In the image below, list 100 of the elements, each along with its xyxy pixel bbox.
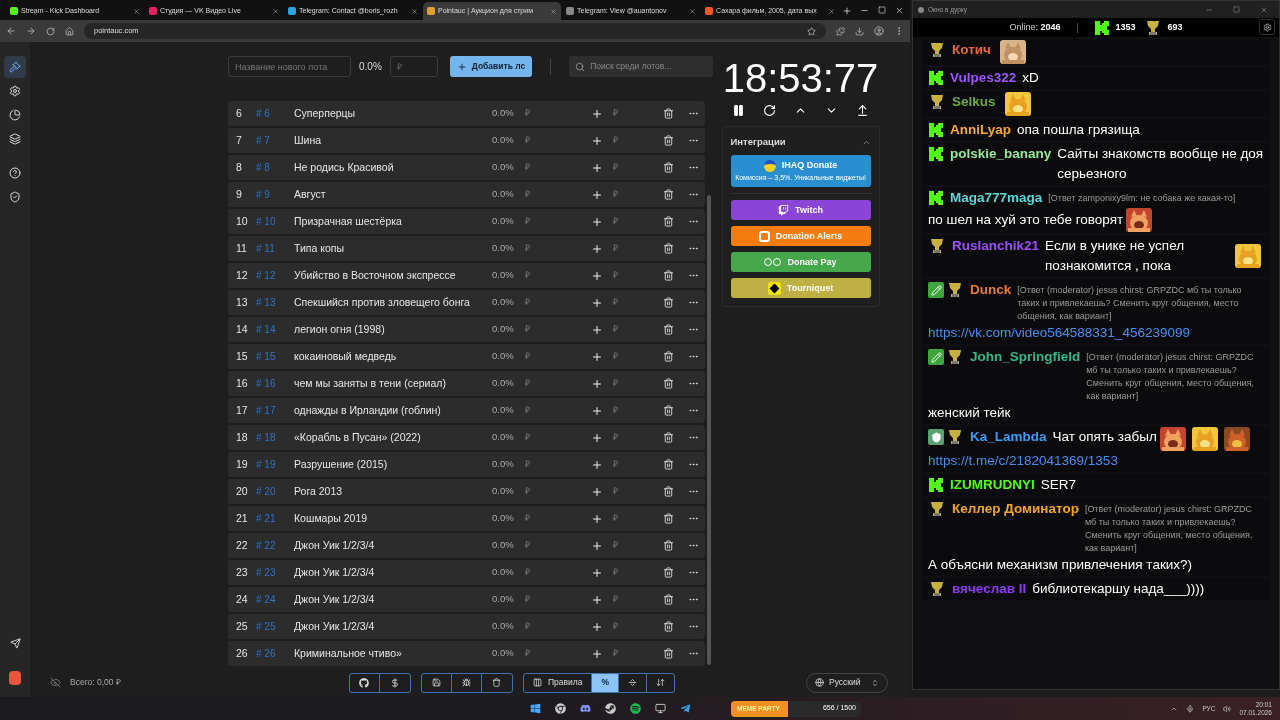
lot-amount[interactable]: ₽ (525, 187, 591, 202)
lot-name-field[interactable]: Название нового лота (228, 56, 351, 77)
lot-amount[interactable]: ₽ (525, 322, 591, 337)
lot-row[interactable]: 13 # 13 Спекшийся против зловещего бонга 0.0% ₽ ₽ (228, 290, 705, 315)
forward-icon[interactable] (26, 26, 36, 36)
reset-icon[interactable] (763, 104, 776, 117)
add-amount-field[interactable]: ₽ (613, 565, 663, 580)
lot-row[interactable]: 26 # 26 Криминальное чтиво» 0.0% ₽ ₽ (228, 641, 705, 666)
lot-row[interactable]: 20 # 20 Рога 2013 0.0% ₽ ₽ (228, 479, 705, 504)
settings-button[interactable] (1259, 19, 1275, 35)
amount-field[interactable]: ₽ (389, 56, 438, 77)
lot-row[interactable]: 25 # 25 Джон Уик 1/2/3/4 0.0% ₽ ₽ (228, 614, 705, 639)
lot-row[interactable]: 19 # 19 Разрушение (2015) 0.0% ₽ ₽ (228, 452, 705, 477)
add-amount-field[interactable]: ₽ (613, 430, 663, 445)
add-icon[interactable] (591, 323, 603, 336)
add-amount-field[interactable]: ₽ (613, 295, 663, 310)
lot-row[interactable]: 9 # 9 Август 0.0% ₽ ₽ (228, 182, 705, 207)
lot-row[interactable]: 22 # 22 Джон Уик 1/2/3/4 0.0% ₽ ₽ (228, 533, 705, 558)
add-icon[interactable] (591, 512, 603, 525)
add-icon[interactable] (591, 458, 603, 471)
close-icon[interactable] (133, 7, 140, 15)
delete-icon[interactable] (663, 216, 674, 227)
delete-icon[interactable] (663, 621, 674, 632)
delete-icon[interactable] (663, 540, 674, 551)
delete-icon[interactable] (663, 567, 674, 578)
lot-amount[interactable]: ₽ (525, 430, 591, 445)
lot-amount[interactable]: ₽ (525, 592, 591, 607)
monitor-icon[interactable] (655, 703, 666, 714)
view-button[interactable]: % (592, 673, 619, 692)
scrollbar[interactable] (707, 195, 711, 665)
add-amount-field[interactable]: ₽ (613, 241, 663, 256)
sidebar-item[interactable] (4, 56, 26, 78)
delete-icon[interactable] (663, 189, 674, 200)
add-icon[interactable] (591, 296, 603, 309)
microphone-icon[interactable] (1186, 704, 1195, 713)
lot-row[interactable]: 10 # 10 Призрачная шестёрка 0.0% ₽ ₽ (228, 209, 705, 234)
close-icon[interactable] (411, 7, 418, 15)
add-amount-field[interactable]: ₽ (613, 349, 663, 364)
extensions-icon[interactable] (836, 26, 845, 36)
lot-amount[interactable]: ₽ (525, 133, 591, 148)
volume-icon[interactable] (1223, 704, 1232, 713)
pause-icon[interactable] (732, 104, 745, 117)
lot-amount[interactable]: ₽ (525, 646, 591, 661)
browser-icon[interactable] (555, 703, 566, 714)
lot-amount[interactable]: ₽ (525, 565, 591, 580)
delete-icon[interactable] (663, 405, 674, 416)
delete-icon[interactable] (663, 351, 674, 362)
add-icon[interactable] (591, 350, 603, 363)
add-amount-field[interactable]: ₽ (613, 133, 663, 148)
search-field[interactable]: Поиск среди лотов... (569, 56, 713, 77)
add-icon[interactable] (591, 620, 603, 633)
lot-amount[interactable]: ₽ (525, 457, 591, 472)
lot-row[interactable]: 15 # 15 кокаиновый медведь 0.0% ₽ ₽ (228, 344, 705, 369)
lot-row[interactable]: 11 # 11 Типа копы 0.0% ₽ ₽ (228, 236, 705, 261)
add-amount-field[interactable]: ₽ (613, 214, 663, 229)
add-icon[interactable] (591, 485, 603, 498)
lot-row[interactable]: 23 # 23 Джон Уик 1/2/3/4 0.0% ₽ ₽ (228, 560, 705, 585)
add-icon[interactable] (591, 269, 603, 282)
integration-button[interactable]: Donate Pay (730, 252, 871, 273)
delete-icon[interactable] (663, 162, 674, 173)
add-icon[interactable] (591, 539, 603, 552)
message-link[interactable]: https://t.me/c/2182041369/1353 (928, 453, 1118, 468)
lot-amount[interactable]: ₽ (525, 511, 591, 526)
add-icon[interactable] (591, 242, 603, 255)
lot-row[interactable]: 16 # 16 чем мы заняты в тени (сериал) 0.0% ₽ ₽ (228, 371, 705, 396)
home-icon[interactable] (65, 26, 74, 36)
add-icon[interactable] (591, 161, 603, 174)
lot-amount[interactable]: ₽ (525, 160, 591, 175)
add-icon[interactable] (591, 134, 603, 147)
lot-amount[interactable]: ₽ (525, 619, 591, 634)
delete-icon[interactable] (663, 378, 674, 389)
delete-icon[interactable] (663, 135, 674, 146)
eject-icon[interactable] (856, 104, 869, 117)
delete-icon[interactable] (663, 324, 674, 335)
lot-amount[interactable]: ₽ (525, 349, 591, 364)
close-icon[interactable] (689, 7, 696, 15)
lot-amount[interactable]: ₽ (525, 484, 591, 499)
lot-row[interactable]: 14 # 14 легион огня (1998) 0.0% ₽ ₽ (228, 317, 705, 342)
maximize-icon[interactable] (878, 6, 886, 14)
delete-icon[interactable] (663, 594, 674, 605)
chat-app-icon[interactable] (580, 703, 591, 714)
add-amount-field[interactable]: ₽ (613, 160, 663, 175)
add-lot-button[interactable]: Добавить лс (449, 56, 533, 77)
lot-amount[interactable]: ₽ (525, 268, 591, 283)
new-tab-icon[interactable] (842, 6, 852, 16)
add-amount-field[interactable]: ₽ (613, 592, 663, 607)
integration-button[interactable]: Donation Alerts (730, 226, 871, 247)
integration-button[interactable]: Tourniquet (730, 278, 871, 299)
lot-amount[interactable]: ₽ (525, 241, 591, 256)
close-icon[interactable] (272, 7, 279, 15)
add-amount-field[interactable]: ₽ (613, 322, 663, 337)
delete-icon[interactable] (663, 459, 674, 470)
lot-amount[interactable]: ₽ (525, 295, 591, 310)
search-input[interactable]: Поиск среди лотов... (590, 60, 707, 73)
lot-row[interactable]: 17 # 17 однажды в Ирландии (гоблин) 0.0% ₽ ₽ (228, 398, 705, 423)
add-amount-field[interactable]: ₽ (613, 619, 663, 634)
lot-row[interactable]: 7 # 7 Шина 0.0% ₽ ₽ (228, 128, 705, 153)
delete-icon[interactable] (663, 486, 674, 497)
lot-amount[interactable]: ₽ (525, 214, 591, 229)
add-amount-field[interactable]: ₽ (613, 646, 663, 661)
